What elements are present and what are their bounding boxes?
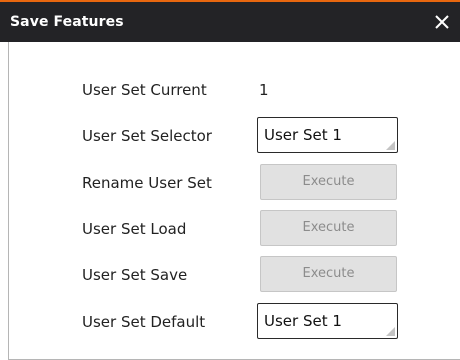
user-set-default-combo[interactable]: User Set 1 bbox=[257, 303, 398, 339]
save-features-dialog: Save Features User Set Current 1 User Se… bbox=[0, 0, 460, 360]
user-set-load-execute-button[interactable]: Execute bbox=[260, 210, 397, 246]
user-set-current-label: User Set Current bbox=[82, 81, 207, 99]
resize-grip-icon bbox=[386, 327, 395, 336]
user-set-save-label: User Set Save bbox=[82, 266, 188, 284]
dialog-title: Save Features bbox=[10, 14, 124, 30]
user-set-default-value: User Set 1 bbox=[264, 312, 342, 330]
user-set-selector-combo[interactable]: User Set 1 bbox=[257, 117, 398, 153]
user-set-selector-label: User Set Selector bbox=[82, 127, 212, 145]
user-set-selector-value: User Set 1 bbox=[264, 126, 342, 144]
resize-grip-icon bbox=[386, 141, 395, 150]
rename-user-set-execute-button[interactable]: Execute bbox=[260, 164, 397, 200]
rename-user-set-label: Rename User Set bbox=[82, 174, 212, 192]
user-set-default-label: User Set Default bbox=[82, 313, 206, 331]
user-set-save-execute-button[interactable]: Execute bbox=[260, 256, 397, 292]
user-set-load-label: User Set Load bbox=[82, 220, 187, 238]
features-panel: User Set Current 1 User Set Selector Use… bbox=[8, 42, 460, 360]
close-button[interactable] bbox=[428, 8, 456, 36]
titlebar: Save Features bbox=[0, 2, 460, 42]
close-icon bbox=[435, 15, 449, 29]
user-set-current-value: 1 bbox=[259, 81, 269, 99]
